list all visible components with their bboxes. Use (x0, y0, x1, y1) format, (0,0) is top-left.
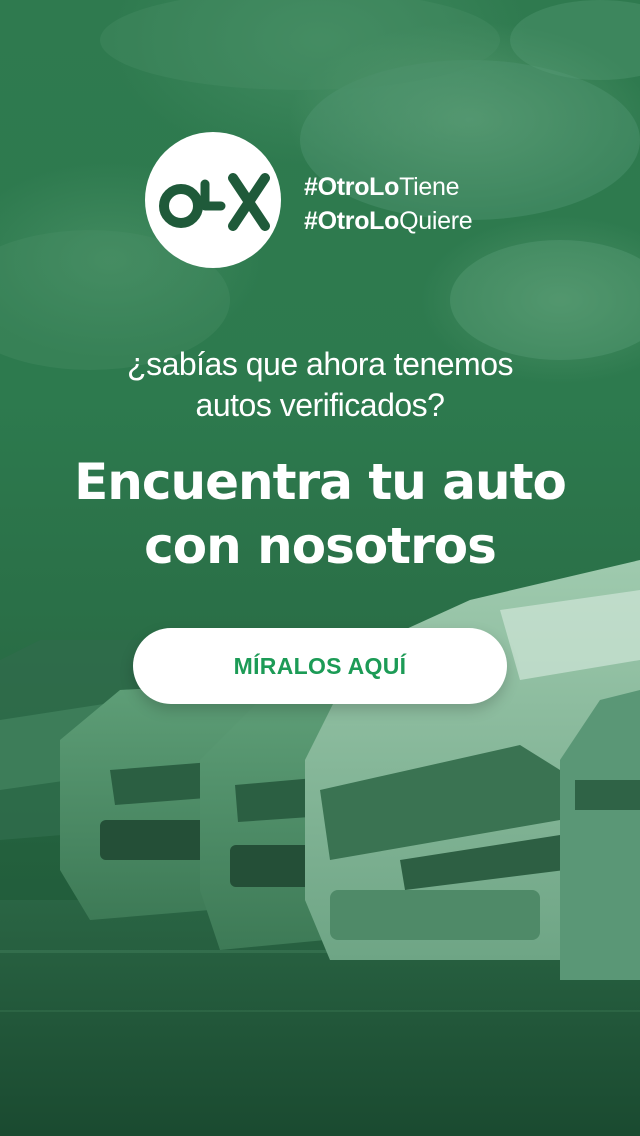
hashtag-bold: #OtroLo (304, 173, 400, 201)
hashtag-bold: #OtroLo (304, 207, 400, 235)
headline-line-1: Encuentra tu auto (74, 453, 567, 511)
miralos-aqui-button[interactable]: MÍRALOS AQUÍ (133, 628, 507, 704)
headline: Encuentra tu auto con nosotros (0, 450, 640, 578)
olx-logo-icon (159, 173, 270, 231)
hashtag-light: Quiere (399, 207, 473, 235)
hashtag-light: Tiene (399, 173, 460, 201)
question-line-2: autos verificados? (195, 387, 445, 423)
promo-screen: #OtroLoTiene #OtroLoQuiere ¿sabías que a… (0, 0, 640, 1136)
headline-line-2: con nosotros (144, 517, 497, 575)
olx-logo (145, 132, 281, 268)
question-text: ¿sabías que ahora tenemos autos verifica… (0, 344, 640, 426)
hashtag-otrolotiene: #OtroLoTiene (304, 170, 472, 204)
hashtags: #OtroLoTiene #OtroLoQuiere (304, 170, 473, 238)
question-line-1: ¿sabías que ahora tenemos (127, 346, 513, 382)
hashtag-otroloquiere: #OtroLoQuiere (304, 204, 473, 238)
